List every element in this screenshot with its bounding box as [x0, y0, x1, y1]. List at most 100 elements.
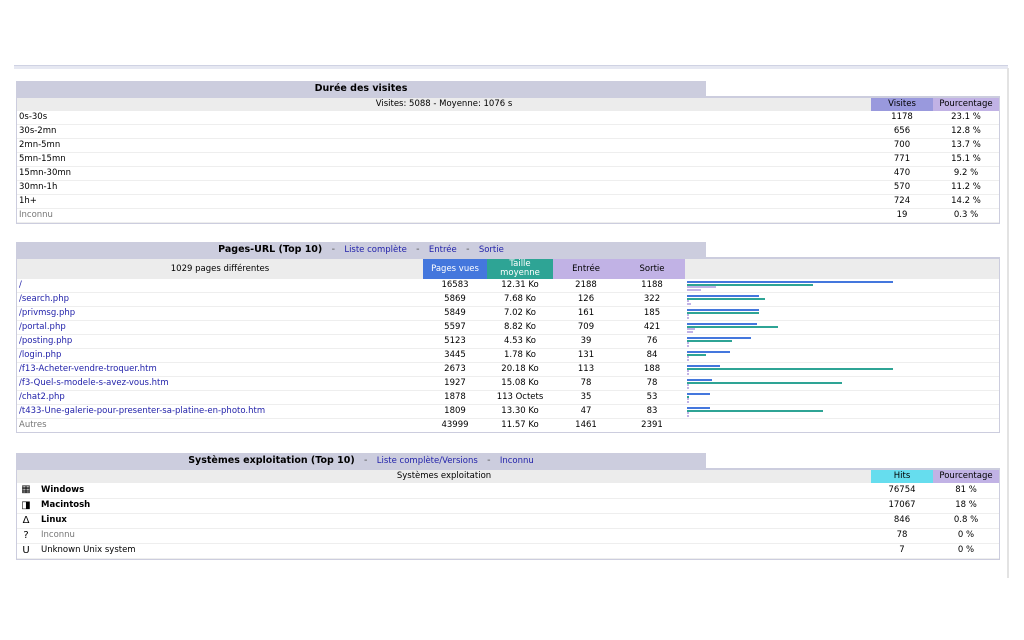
table-row: /search.php 5869 7.68 Ko 126 322	[17, 292, 999, 307]
bar-group	[687, 293, 997, 306]
page-sortie: 83	[619, 404, 685, 419]
linux-icon: Δ	[22, 514, 30, 526]
page-bars	[685, 376, 999, 391]
page-url-link[interactable]: /	[17, 279, 423, 293]
unix-icon: U	[22, 544, 30, 556]
os-pct: 0 %	[933, 543, 999, 559]
page-sortie: 78	[619, 376, 685, 391]
duree-label: 1h+	[17, 194, 871, 209]
page-bars	[685, 390, 999, 405]
table-row: /portal.php 5597 8.82 Ko 709 421	[17, 320, 999, 335]
page-bars	[685, 348, 999, 363]
page-url-link[interactable]: /t433-Une-galerie-pour-presenter-sa-plat…	[17, 404, 423, 419]
duree-visites: 470	[871, 166, 933, 181]
duree-label: Inconnu	[17, 208, 871, 223]
page-url-link[interactable]: /search.php	[17, 292, 423, 307]
os-hits: 17067	[871, 498, 933, 514]
os-label: Macintosh	[39, 498, 871, 514]
section-os: Systèmes exploitation (Top 10) - Liste c…	[16, 453, 1000, 560]
page-url-link[interactable]: /privmsg.php	[17, 306, 423, 321]
table-row: /f3-Quel-s-modele-s-avez-vous.htm 1927 15.…	[17, 376, 999, 391]
page-url-link[interactable]: /chat2.php	[17, 390, 423, 405]
bar-so	[687, 288, 702, 291]
table-row: 1h+ 724 14.2 %	[17, 194, 999, 209]
duree-pct: 14.2 %	[933, 194, 999, 209]
page-views: 16583	[423, 279, 487, 293]
autres-sortie: 2391	[641, 420, 663, 430]
page-views: 5849	[423, 306, 487, 321]
os-label: Windows	[39, 483, 871, 499]
link-liste-complete[interactable]: Liste complète	[344, 245, 407, 255]
col-graph	[685, 259, 999, 279]
bar-group	[687, 363, 997, 376]
bar-tm	[687, 311, 760, 314]
page-views: 1809	[423, 404, 487, 419]
duree-summary: Visites: 5088 - Moyenne: 1076 s	[17, 98, 871, 111]
col-sortie: Sortie	[619, 259, 685, 279]
table-row: ? Inconnu 78 0 %	[17, 528, 999, 544]
autres-pages: 43999	[441, 420, 469, 430]
duree-visites: 656	[871, 124, 933, 139]
pages-autres-row: Autres 43999 11.57 Ko 1461 2391	[17, 419, 999, 433]
duree-pct: 15.1 %	[933, 152, 999, 167]
col-pages-vues: Pages vues	[423, 259, 487, 279]
autres-entree: 1461	[575, 420, 597, 430]
link-liste-complete-versions[interactable]: Liste complète/Versions	[377, 456, 478, 466]
duree-table: Visites: 5088 - Moyenne: 1076 s Visites …	[17, 98, 999, 223]
duree-visites: 700	[871, 138, 933, 153]
page-size: 4.53 Ko	[487, 334, 553, 349]
os-pct: 0.8 %	[933, 513, 999, 529]
bar-tm	[687, 339, 733, 342]
page-url-link[interactable]: /login.php	[17, 348, 423, 363]
page-url-link[interactable]: /f13-Acheter-vendre-troquer.htm	[17, 362, 423, 377]
os-pct: 0 %	[933, 528, 999, 544]
page-bars	[685, 279, 999, 293]
page-bars	[685, 306, 999, 321]
bar-group	[687, 321, 997, 334]
duree-pct: 13.7 %	[933, 138, 999, 153]
page-url-link[interactable]: /f3-Quel-s-modele-s-avez-vous.htm	[17, 376, 423, 391]
duree-pct: 23.1 %	[933, 111, 999, 125]
duree-visites: 570	[871, 180, 933, 195]
page-url-link[interactable]: /posting.php	[17, 334, 423, 349]
pages-summary: 1029 pages différentes	[17, 259, 423, 279]
autres-taille: 11.57 Ko	[501, 420, 539, 430]
page-views: 5597	[423, 320, 487, 335]
page-size: 13.30 Ko	[487, 404, 553, 419]
page-views: 3445	[423, 348, 487, 363]
table-row: /privmsg.php 5849 7.02 Ko 161 185	[17, 306, 999, 321]
bar-group	[687, 377, 997, 390]
table-row: ▦ Windows 76754 81 %	[17, 483, 999, 499]
duree-pct: 12.8 %	[933, 124, 999, 139]
bar-tm	[687, 297, 766, 300]
section-pages-url: Pages-URL (Top 10) - Liste complète - En…	[16, 242, 1000, 433]
page-views: 5123	[423, 334, 487, 349]
link-sortie[interactable]: Sortie	[479, 245, 504, 255]
col-visites: Visites	[871, 98, 933, 111]
page-url-link[interactable]: /portal.php	[17, 320, 423, 335]
table-row: ◨ Macintosh 17067 18 %	[17, 498, 999, 514]
page-entree: 709	[553, 320, 619, 335]
link-inconnu[interactable]: Inconnu	[500, 456, 534, 466]
table-row: U Unknown Unix system 7 0 %	[17, 543, 999, 559]
page-entree: 2188	[553, 279, 619, 293]
page-sortie: 322	[619, 292, 685, 307]
duree-pct: 9.2 %	[933, 166, 999, 181]
page-entree: 113	[553, 362, 619, 377]
bar-tm	[687, 381, 842, 384]
pages-table: 1029 pages différentes Pages vues Taille…	[17, 259, 999, 432]
os-label: Unknown Unix system	[39, 543, 871, 559]
page-size: 113 Octets	[487, 390, 553, 405]
duree-visites: 771	[871, 152, 933, 167]
bar-so	[687, 302, 692, 305]
duree-label: 15mn-30mn	[17, 166, 871, 181]
section-duree-visites: Durée des visites Visites: 5088 - Moyenn…	[16, 81, 1000, 224]
pages-table-box: 1029 pages différentes Pages vues Taille…	[16, 257, 1000, 433]
page-sortie: 1188	[619, 279, 685, 293]
page-bars	[685, 320, 999, 335]
link-entree[interactable]: Entrée	[429, 245, 457, 255]
table-row: /chat2.php 1878 113 Octets 35 53	[17, 390, 999, 405]
os-pct: 18 %	[933, 498, 999, 514]
duree-table-box: Visites: 5088 - Moyenne: 1076 s Visites …	[16, 96, 1000, 224]
os-table: Systèmes exploitation Hits Pourcentage ▦…	[17, 470, 999, 559]
